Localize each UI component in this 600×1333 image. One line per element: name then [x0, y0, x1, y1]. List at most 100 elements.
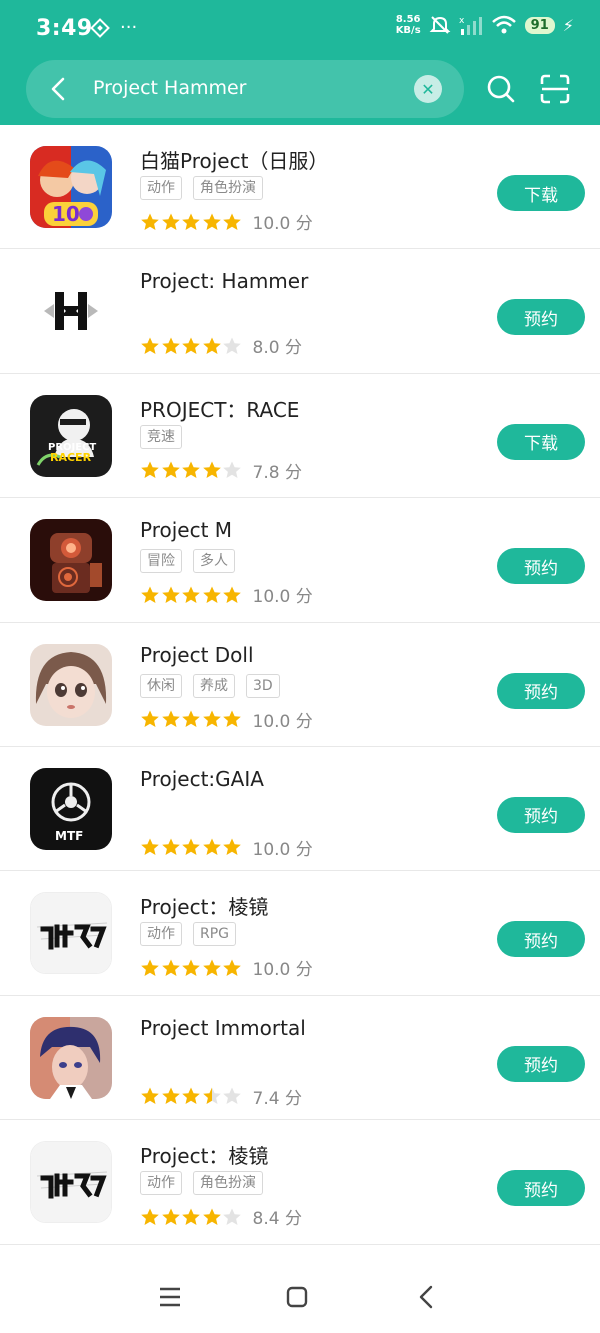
battery-level: 91 — [524, 16, 555, 34]
star-icon — [202, 461, 221, 479]
svg-text:x: x — [459, 16, 465, 26]
list-item[interactable]: 10 白猫Project（日服） 动作 角色扮演 10.0 分 下载 — [0, 125, 600, 250]
star-icon — [182, 461, 200, 479]
signal-icon: x — [459, 16, 482, 35]
list-item[interactable]: Project Immortal 7.4 分 预约 — [0, 996, 600, 1121]
app-name: PROJECT：RACE — [140, 397, 300, 422]
app-rating: 10.0 分 — [140, 707, 313, 732]
app-notification-icon — [90, 18, 110, 38]
list-item[interactable]: Project M 冒险 多人 10.0 分 预约 — [0, 498, 600, 623]
star-icon — [161, 586, 180, 603]
star-icon — [182, 710, 200, 728]
star-icon — [223, 213, 241, 230]
app-rating: 8.0 分 — [140, 333, 302, 358]
app-tag: 角色扮演 — [193, 1171, 263, 1196]
app-name: Project Doll — [140, 642, 254, 667]
star-icon — [202, 959, 221, 976]
app-tags: 动作 角色扮演 — [140, 1171, 263, 1196]
app-icon-project-m — [30, 519, 112, 602]
star-icon — [202, 337, 221, 354]
list-item[interactable]: Project：棱镜 动作 RPG 10.0 分 预约 — [0, 871, 600, 996]
app-icon-prism — [30, 1141, 112, 1224]
star-icon — [182, 1208, 200, 1225]
app-tag: 竞速 — [140, 424, 182, 449]
app-score: 7.8 分 — [252, 462, 302, 483]
star-icon — [161, 838, 180, 856]
app-rating: 10.0 分 — [140, 835, 313, 860]
list-item[interactable]: MTF Project:GAIA 10.0 分 预约 — [0, 747, 600, 872]
reserve-button[interactable]: 预约 — [497, 796, 585, 833]
back-arrow-icon[interactable] — [44, 74, 74, 104]
home-icon[interactable] — [286, 1286, 308, 1308]
star-icon — [202, 213, 221, 230]
app-name: Project: Hammer — [140, 269, 309, 294]
search-input[interactable]: Project Hammer — [93, 77, 247, 99]
app-icon-shironeko: 10 — [30, 146, 112, 228]
charging-icon: ⚡ — [562, 15, 574, 35]
star-icon — [141, 838, 159, 856]
app-rating: 10.0 分 — [140, 582, 313, 607]
star-icon — [223, 710, 241, 728]
star-icon — [161, 213, 180, 230]
status-right-icons: 8.56 KB/s x 91 ⚡ — [396, 14, 574, 36]
app-tag: 动作 — [140, 176, 182, 200]
star-icon — [202, 1208, 221, 1225]
more-notifications-icon: ··· — [120, 17, 138, 38]
search-bar[interactable]: Project Hammer ✕ — [26, 60, 464, 118]
app-tag: 多人 — [193, 549, 235, 574]
list-item[interactable]: Project Doll 休闲 养成 3D 10.0 分 预约 — [0, 623, 600, 747]
reserve-button[interactable]: 预约 — [497, 921, 585, 958]
app-tags: 竞速 — [140, 424, 182, 449]
app-score: 8.4 分 — [252, 1209, 302, 1230]
star-icon — [182, 586, 200, 603]
star-icon — [141, 1208, 159, 1225]
download-button[interactable]: 下载 — [497, 175, 585, 211]
star-icon — [223, 1087, 241, 1105]
reserve-button[interactable]: 预约 — [497, 672, 585, 709]
download-button[interactable]: 下载 — [497, 423, 585, 460]
system-nav-bar — [0, 1258, 600, 1333]
app-icon-prism — [30, 892, 112, 975]
search-icon[interactable] — [484, 72, 518, 106]
app-tags: 休闲 养成 3D — [140, 673, 280, 698]
app-tag: RPG — [193, 922, 237, 947]
gaia-icon-text: MTF — [55, 829, 83, 843]
network-speed: 8.56 KB/s — [396, 14, 421, 36]
app-name: Project M — [140, 518, 233, 543]
app-icon-project-immortal — [30, 1016, 112, 1099]
reserve-button[interactable]: 预约 — [497, 299, 585, 336]
app-tag: 冒险 — [140, 549, 182, 574]
net-speed-unit: KB/s — [395, 25, 421, 36]
app-rating: 7.8 分 — [140, 458, 302, 483]
app-tag: 动作 — [140, 922, 182, 947]
reserve-button[interactable]: 预约 — [497, 1170, 585, 1207]
star-icon — [182, 1087, 200, 1105]
back-icon[interactable] — [415, 1284, 437, 1310]
app-tag: 动作 — [140, 1171, 182, 1196]
star-icon — [182, 959, 200, 976]
app-name: Project：棱镜 — [140, 1144, 269, 1169]
star-icon — [223, 838, 241, 856]
star-icon — [161, 337, 180, 354]
app-tag: 休闲 — [140, 673, 182, 698]
list-item[interactable]: Project：棱镜 动作 角色扮演 8.4 分 预约 — [0, 1120, 600, 1245]
app-rating: 10.0 分 — [140, 209, 313, 234]
list-item[interactable]: PROJECT RACER PROJECT：RACE 竞速 7.8 分 下载 — [0, 374, 600, 499]
scan-icon[interactable] — [538, 72, 572, 106]
list-item[interactable]: Project: Hammer 8.0 分 预约 — [0, 249, 600, 374]
app-tags: 动作 RPG — [140, 922, 237, 947]
clear-search-icon[interactable]: ✕ — [414, 75, 442, 103]
app-tags: 动作 角色扮演 — [140, 176, 263, 200]
reserve-button[interactable]: 预约 — [497, 1045, 585, 1082]
star-icon — [202, 838, 221, 856]
star-icon — [223, 461, 241, 479]
reserve-button[interactable]: 预约 — [497, 548, 585, 585]
search-results-list: 10 白猫Project（日服） 动作 角色扮演 10.0 分 下载 Proje… — [0, 125, 600, 1245]
app-name: Project Immortal — [140, 1015, 306, 1040]
app-icon-project-doll — [30, 643, 112, 726]
star-icon — [182, 213, 200, 230]
app-score: 10.0 分 — [252, 960, 313, 981]
star-icon — [141, 337, 159, 354]
status-bar: 3:49 ··· 8.56 KB/s x 91 ⚡ — [0, 0, 600, 58]
recent-apps-icon[interactable] — [158, 1286, 182, 1308]
